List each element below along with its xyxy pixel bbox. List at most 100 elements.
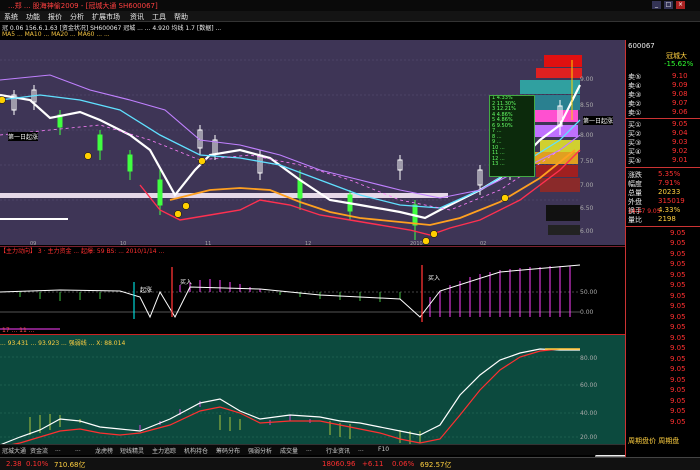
info-line-2: MA5 ... MA10 ... MA20 ... MA60 ... ... — [2, 31, 110, 38]
sub2-y-tick: 60.00 — [580, 382, 598, 389]
label-buy-1: 买入 — [180, 279, 193, 286]
menu-item-system[interactable]: 系统 — [4, 12, 18, 22]
tick-row: 9.05 — [670, 344, 686, 352]
tick-row: 9.05 — [670, 323, 686, 331]
sub2-y-tick: 40.00 — [580, 410, 598, 417]
tick-row: 9.05 — [670, 302, 686, 310]
tick-row: 9.05 — [670, 260, 686, 268]
stat-row: 外盘 315019 — [628, 197, 685, 206]
change-pct: -15.62% — [664, 60, 694, 68]
tick-row-head: 14:57 9.05 — [628, 208, 661, 215]
tick-row: 9.05 — [670, 281, 686, 289]
bottom-tab-bar: 冠城大通 资金流 ... ... 龙虎榜 短线精灵 主力追踪 机构持仓 筹码分布… — [0, 444, 625, 455]
sub2-svg — [0, 348, 580, 448]
tab-2[interactable]: ... — [55, 446, 61, 453]
ask-1[interactable]: 卖① 9.06 — [628, 108, 700, 117]
tab-7[interactable]: 机构持仓 — [184, 446, 208, 455]
y-tick: 6.00 — [580, 228, 594, 235]
sub2-header: ... 93.431 ... 93.923 ... 强弱线 ... X: 88.… — [0, 340, 126, 347]
menu-item-function[interactable]: 功能 — [26, 12, 40, 22]
tab-8[interactable]: 筹码分布 — [216, 446, 240, 455]
tab-9[interactable]: 强弱分析 — [248, 446, 272, 455]
menu-item-extended-market[interactable]: 扩展市场 — [92, 12, 120, 22]
bid-1[interactable]: 买① 9.05 — [628, 120, 700, 129]
ask-2[interactable]: 卖② 9.07 — [628, 99, 700, 108]
tick-row: 9.05 — [670, 407, 686, 415]
sub1-header: 【主力动向】 3 · 主力资金 ... 起爆: 59 BS: ... 2010/… — [0, 248, 165, 255]
status-index: 2.38 — [6, 460, 22, 468]
distribution-legend-box: 1 4.33% 2 11.30% 3 12.21% 4 4.86% 5 4.86% 6… — [489, 95, 535, 177]
ask-5[interactable]: 卖⑤ 9.10 — [628, 72, 700, 81]
stat-row: 涨跌 5.35% — [628, 170, 681, 179]
panel-bottom-text: 周期盘价 周期盘 — [628, 437, 680, 445]
ask-3[interactable]: 卖③ 9.08 — [628, 90, 700, 99]
tick-row: 9.05 — [670, 249, 686, 258]
bid-4[interactable]: 买④ 9.02 — [628, 147, 700, 156]
menu-item-quote[interactable]: 报价 — [48, 12, 62, 22]
tab-5[interactable]: 短线精灵 — [120, 446, 144, 455]
tab-12[interactable]: 行业资讯 — [326, 446, 350, 455]
menu-item-analysis[interactable]: 分析 — [70, 12, 84, 22]
sub1-y-tick: 0.00 — [580, 309, 594, 316]
minimize-icon[interactable]: _ — [652, 1, 661, 9]
status-sz: 18060.96 — [322, 460, 356, 468]
y-tick: 7.50 — [580, 158, 594, 165]
sub2-y-tick: 80.00 — [580, 355, 598, 362]
tick-row: 9.05 — [670, 396, 686, 405]
annotation-first-day-right: 第一日起涨 — [583, 116, 614, 125]
tab-6[interactable]: 主力追踪 — [152, 446, 176, 455]
ask-4[interactable]: 卖④ 9.09 — [628, 81, 700, 90]
menu-item-help[interactable]: 帮助 — [174, 12, 188, 22]
close-icon[interactable]: × — [676, 1, 685, 9]
tab-11[interactable]: ... — [306, 446, 312, 453]
tick-row: 9.05 — [670, 312, 686, 321]
status-sz-chg: +6.11 — [362, 460, 384, 468]
y-tick: 8.50 — [580, 102, 594, 109]
label-rise: 起涨 — [140, 287, 153, 294]
tab-10[interactable]: 成交量 — [280, 446, 298, 455]
stock-code: 600067 — [628, 42, 655, 50]
menu-item-info[interactable]: 资讯 — [130, 12, 144, 22]
menu-item-tools[interactable]: 工具 — [152, 12, 166, 22]
tab-1[interactable]: 资金流 — [30, 446, 48, 455]
tick-row: 9.05 — [670, 333, 686, 342]
sub-indicator-chart-1[interactable]: 买入 买入 起涨 17 ... 11 ... 50.00 0.00 — [0, 246, 625, 334]
quote-panel: 600067 冠城大 -15.62% 卖⑤ 9.10 卖④ 9.09 卖③ 9.… — [625, 40, 700, 457]
y-tick: 9.00 — [580, 76, 594, 83]
y-tick: 6.50 — [580, 205, 594, 212]
y-tick: 7.00 — [580, 182, 594, 189]
indicator-info-strip: 冠 0.06 156.6.1.63 [资金状况] SH600067 冠城 ...… — [0, 22, 625, 40]
restore-icon[interactable]: □ — [664, 1, 673, 9]
tab-3[interactable]: ... — [75, 446, 81, 453]
stat-row: 幅度 7.91% — [628, 179, 681, 188]
tick-row: 9.05 — [670, 228, 686, 237]
menu-bar: 系统 功能 报价 分析 扩展市场 资讯 工具 帮助 — [0, 11, 700, 22]
sub-indicator-chart-2[interactable]: 80.00 60.00 40.00 20.00 — [0, 334, 625, 454]
tab-14[interactable]: F10 — [378, 446, 389, 453]
label-buy-2: 买入 — [428, 275, 441, 282]
sub1-svg — [0, 264, 581, 330]
tab-0[interactable]: 冠城大通 — [2, 446, 26, 455]
bid-5[interactable]: 买⑤ 9.01 — [628, 156, 700, 165]
tab-13[interactable]: ... — [358, 446, 364, 453]
status-index-amt: 710.68亿 — [54, 461, 86, 469]
sub2-y-tick: 20.00 — [580, 434, 598, 441]
y-tick: 8.00 — [580, 132, 594, 139]
tick-row: 9.05 — [670, 375, 686, 384]
sub1-y-tick: 50.00 — [580, 289, 598, 296]
annotation-first-day-left: 第一日起涨 — [8, 132, 39, 141]
tab-4[interactable]: 龙虎榜 — [95, 446, 113, 455]
tick-row: 9.05 — [670, 417, 686, 426]
tick-row: 9.05 — [670, 291, 686, 300]
tick-row: 9.05 — [670, 365, 686, 373]
tick-row: 9.05 — [670, 386, 686, 394]
status-bar: 2.38 0.10% 710.68亿 18060.96 +6.11 0.06% … — [0, 457, 700, 470]
tick-row: 9.05 — [670, 270, 686, 279]
status-index-pct: 0.10% — [26, 460, 49, 468]
stock-name: 冠城大 — [666, 52, 687, 60]
main-kline-chart[interactable]: 第一日起涨 第一日起涨 1 4.33% 2 11.30% 3 12.21% 4 4.… — [0, 40, 625, 245]
tick-row: 9.05 — [670, 354, 686, 363]
title-bar: ...郑 ... 股海神偷2009 - [冠城大通 SH600067] _ □ … — [0, 0, 700, 11]
bid-3[interactable]: 买③ 9.03 — [628, 138, 700, 147]
bid-2[interactable]: 买② 9.04 — [628, 129, 700, 138]
